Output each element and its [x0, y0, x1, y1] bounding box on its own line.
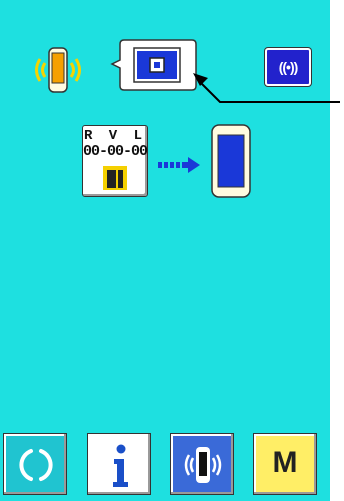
- comm-device-icon: [35, 47, 81, 93]
- info-button[interactable]: [87, 433, 151, 495]
- reset-icon: [19, 449, 53, 481]
- version-letters: R V L: [83, 128, 146, 144]
- mode-button[interactable]: M: [253, 433, 317, 495]
- info-icon: [113, 444, 128, 487]
- sd-card-icon: [103, 166, 127, 190]
- mode-label: M: [272, 446, 298, 479]
- panel-screen: ((•)) R V L 00-00-00 M: [0, 0, 340, 501]
- bottom-bar: M: [0, 430, 330, 501]
- version-card[interactable]: R V L 00-00-00: [82, 125, 148, 197]
- signal-button[interactable]: ((•)): [265, 48, 311, 86]
- transfer-arrow-icon: [158, 157, 200, 173]
- version-digits: 00-00-00: [83, 143, 148, 160]
- data-bubble: [110, 39, 197, 91]
- signal-icon: ((•)): [278, 59, 299, 75]
- communication-button[interactable]: [170, 433, 234, 495]
- communication-icon: [184, 447, 222, 483]
- target-device-icon: [211, 124, 251, 198]
- reset-button[interactable]: [3, 433, 67, 495]
